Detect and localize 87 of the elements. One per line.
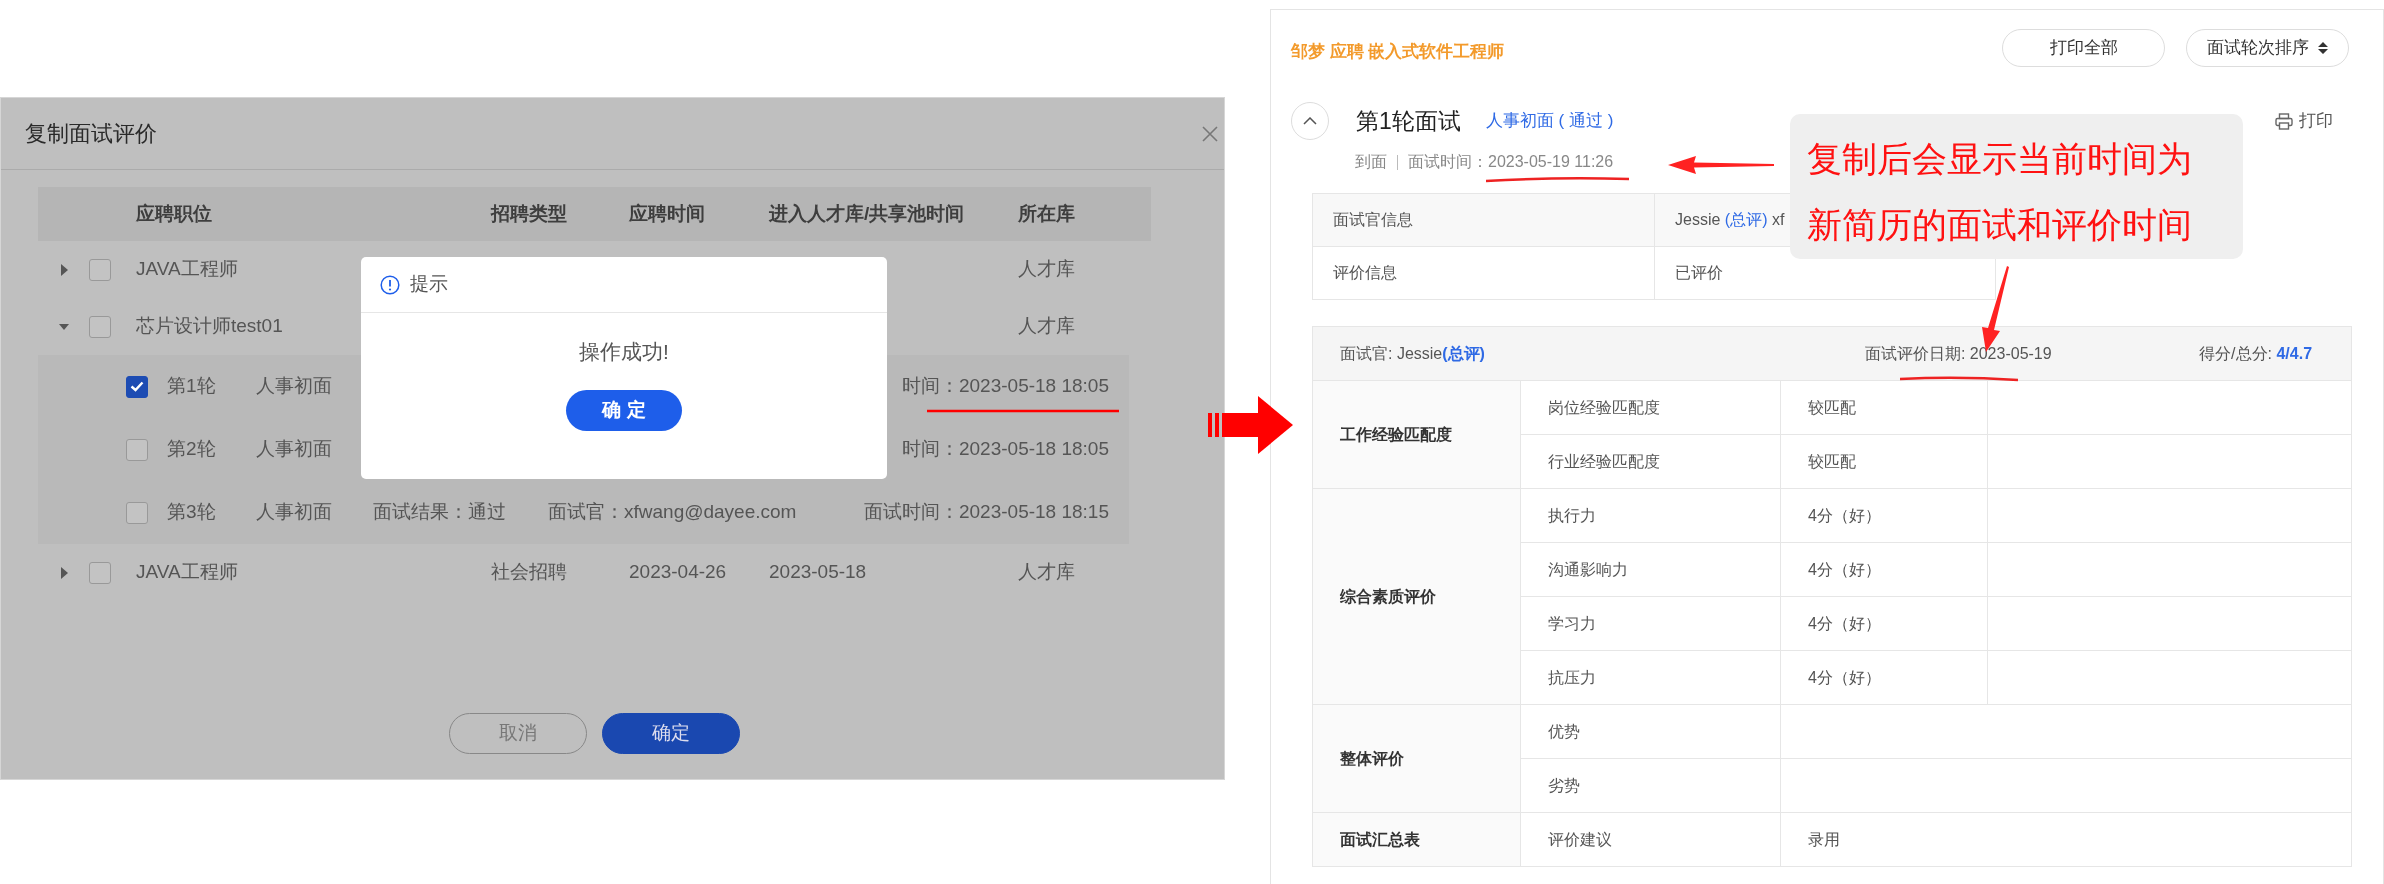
role-label: (总评) [1442, 344, 1485, 362]
alert-title: 提示 [410, 272, 448, 297]
table-cell: 面试时间：2023-05-18 18:15 [864, 501, 1109, 523]
column-header: 进入人才库/共享池时间 [769, 201, 966, 226]
info-icon [380, 274, 400, 295]
printer-icon [2275, 112, 2293, 130]
sort-button[interactable]: 面试轮次排序 [2186, 29, 2349, 67]
checkbox[interactable] [89, 315, 111, 338]
table-cell: 第2轮 [167, 438, 216, 460]
table-cell: 较匹配 [1780, 434, 1988, 489]
table-cell: 人事初面 [256, 438, 332, 460]
table-cell: 时间：2023-05-18 18:05 [902, 375, 1109, 397]
table-cell: 沟通影响力 [1520, 542, 1781, 597]
attendance-status: 到面 [1355, 152, 1387, 172]
table-cell: 2023-05-18 [769, 561, 867, 583]
collapse-button[interactable] [1291, 102, 1329, 140]
table-cell: 已评价 [1675, 264, 1723, 281]
table-cell: 4分（好） [1780, 596, 1988, 651]
table-cell: 第3轮 [167, 501, 216, 523]
table-cell: 学习力 [1520, 596, 1781, 651]
table-cell: 4分（好） [1780, 488, 1988, 543]
interviewer-label: 面试官: Jessie [1340, 344, 1443, 362]
score-value: 4/4.7 [2276, 344, 2313, 362]
table-cell: 工作经验匹配度 [1312, 380, 1521, 489]
role-label: (总评) [1724, 211, 1768, 228]
column-header: 招聘类型 [491, 201, 568, 226]
caret-icon[interactable] [58, 263, 70, 276]
table-cell: 录用 [1780, 812, 2352, 867]
round-tag: 人事初面 ( 通过 ) [1485, 108, 1614, 134]
table-cell: 劣势 [1520, 758, 1781, 813]
table-cell: JAVA工程师 [136, 561, 238, 583]
table-cell: 2023-04-26 [629, 561, 727, 583]
table-cell: 4分（好） [1780, 542, 1988, 597]
checkbox[interactable] [126, 501, 148, 524]
round-title: 第1轮面试 [1356, 106, 1461, 136]
dialog-title: 复制面试评价 [25, 120, 157, 148]
table-cell: 综合素质评价 [1312, 488, 1521, 705]
print-button[interactable]: 打印 [2275, 108, 2333, 134]
table-cell: 优势 [1520, 704, 1781, 759]
table-cell: Jessie [1675, 211, 1721, 228]
checkbox[interactable] [89, 561, 111, 584]
table-cell: 评价建议 [1520, 812, 1781, 867]
table-cell: 评价信息 [1312, 246, 1655, 300]
close-icon[interactable] [1202, 125, 1218, 142]
score-label: 得分/总分: [2199, 344, 2272, 362]
evaluation-date: 2023-05-19 [1969, 344, 2052, 362]
table-cell: 抗压力 [1520, 650, 1781, 705]
table-cell: JAVA工程师 [136, 258, 238, 280]
table-cell: 整体评价 [1312, 704, 1521, 813]
table-cell: 行业经验匹配度 [1520, 434, 1781, 489]
ok-button[interactable]: 确 定 [566, 389, 682, 431]
interview-time: 面试时间：2023-05-19 11:26 [1408, 152, 1614, 172]
column-header: 所在库 [1018, 201, 1076, 226]
caret-icon[interactable] [58, 566, 70, 579]
table-cell: 面试官：xfwang@dayee.com [548, 501, 797, 523]
table-cell: 岗位经验匹配度 [1520, 380, 1781, 435]
annotation-text: 新简历的面试和评价时间 [1807, 204, 2193, 246]
table-cell: 面试汇总表 [1312, 812, 1521, 867]
table-cell: 芯片设计师test01 [136, 315, 283, 337]
table-cell: 第1轮 [167, 375, 216, 397]
column-header: 应聘职位 [136, 201, 213, 226]
table-cell: 执行力 [1520, 488, 1781, 543]
table-cell: 时间：2023-05-18 18:05 [902, 438, 1109, 460]
chevron-icon [1303, 117, 1317, 125]
print-all-button[interactable]: 打印全部 [2002, 29, 2165, 67]
candidate-title: 邹梦 应聘 嵌入式软件工程师 [1291, 41, 1505, 63]
checkbox[interactable] [89, 258, 111, 281]
table-cell: 人事初面 [256, 375, 332, 397]
table-cell: 4分（好） [1780, 650, 1988, 705]
table-cell: 人事初面 [256, 501, 332, 523]
table-cell: 面试结果：通过 [373, 501, 506, 523]
table-cell: 面试官信息 [1312, 193, 1655, 247]
table-cell: 人才库 [1018, 315, 1075, 337]
table-cell: 较匹配 [1780, 380, 1988, 435]
checkbox[interactable] [126, 438, 148, 461]
table-cell: 社会招聘 [491, 561, 567, 583]
table-cell: xf [1771, 211, 1785, 228]
table-cell: 人才库 [1018, 258, 1075, 280]
date-label: 面试评价日期: [1864, 344, 1966, 362]
confirm-button[interactable]: 确定 [602, 713, 740, 754]
table-cell: 人才库 [1018, 561, 1075, 583]
sort-icon [2316, 41, 2329, 55]
checkbox[interactable] [126, 375, 148, 398]
annotation-text: 复制后会显示当前时间为 [1807, 138, 2193, 180]
tick-icon [130, 381, 144, 392]
column-header: 应聘时间 [629, 201, 706, 226]
alert-message: 操作成功! [578, 339, 670, 365]
